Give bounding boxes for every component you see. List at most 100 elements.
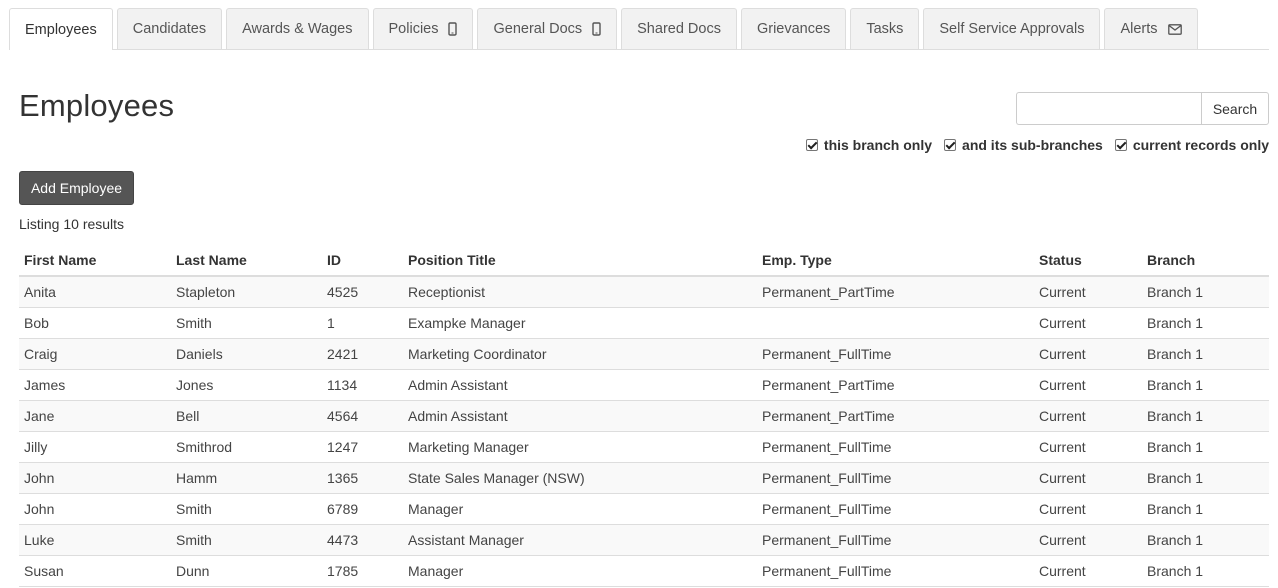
cell-last-name: Dunn bbox=[171, 555, 322, 587]
cell-branch: Branch 1 bbox=[1142, 431, 1269, 463]
cell-emp-type: Permanent_FullTime bbox=[757, 338, 1034, 370]
cell-branch: Branch 1 bbox=[1142, 400, 1269, 432]
cell-last-name: Bell bbox=[171, 400, 322, 432]
cell-position-title: State Sales Manager (NSW) bbox=[403, 462, 757, 494]
tab-awards-wages[interactable]: Awards & Wages bbox=[226, 8, 369, 49]
column-header-id[interactable]: ID bbox=[322, 244, 403, 277]
cell-emp-type: Permanent_PartTime bbox=[757, 400, 1034, 432]
tab-label: Shared Docs bbox=[637, 21, 721, 37]
cell-last-name: Hamm bbox=[171, 462, 322, 494]
filter-sub-branches[interactable]: and its sub-branches bbox=[944, 137, 1103, 153]
cell-position-title: Admin Assistant bbox=[403, 369, 757, 401]
this-branch-only-checkbox[interactable] bbox=[805, 139, 818, 151]
filter-current-records-only[interactable]: current records only bbox=[1114, 137, 1269, 153]
sub-branches-checkbox[interactable] bbox=[944, 139, 957, 151]
tab-label: Candidates bbox=[132, 21, 207, 37]
cell-last-name: Daniels bbox=[171, 338, 322, 370]
cell-id: 1785 bbox=[322, 555, 403, 587]
cell-branch: Branch 1 bbox=[1142, 555, 1269, 587]
column-header-last-name[interactable]: Last Name bbox=[171, 244, 322, 277]
table-row[interactable]: Anita Stapleton 4525 Receptionist Permanent_… bbox=[19, 276, 1269, 308]
filter-this-branch-only[interactable]: this branch only bbox=[805, 137, 933, 153]
cell-last-name: Stapleton bbox=[171, 276, 322, 308]
search-button[interactable]: Search bbox=[1201, 92, 1269, 125]
table-row[interactable]: Bob Smith 1 Exampke Manager Current Branch 1 bbox=[19, 307, 1269, 339]
cell-first-name: Anita bbox=[19, 276, 171, 308]
cell-branch: Branch 1 bbox=[1142, 307, 1269, 339]
tab-employees[interactable]: Employees bbox=[9, 8, 113, 50]
cell-emp-type: Permanent_FullTime bbox=[757, 524, 1034, 556]
table-row[interactable]: Luke Smith 4473 Assistant Manager Permanent_… bbox=[19, 524, 1269, 556]
tab-tasks[interactable]: Tasks bbox=[850, 8, 920, 49]
search-input[interactable] bbox=[1016, 92, 1201, 125]
cell-id: 1134 bbox=[322, 369, 403, 401]
table-row[interactable]: James Jones 1134 Admin Assistant Permanent_P… bbox=[19, 369, 1269, 401]
column-header-position-title[interactable]: Position Title bbox=[403, 244, 757, 277]
page-title: Employees bbox=[19, 88, 175, 123]
current-records-only-checkbox[interactable] bbox=[1114, 139, 1127, 151]
tab-alerts[interactable]: Alerts bbox=[1104, 8, 1198, 49]
cell-branch: Branch 1 bbox=[1142, 276, 1269, 308]
cell-position-title: Receptionist bbox=[403, 276, 757, 308]
cell-id: 1 bbox=[322, 307, 403, 339]
listing-count: Listing 10 results bbox=[19, 216, 125, 232]
add-employee-button[interactable]: Add Employee bbox=[19, 171, 134, 205]
tab-shared-docs[interactable]: Shared Docs bbox=[621, 8, 737, 49]
cell-status: Current bbox=[1034, 338, 1142, 370]
column-header-emp-type[interactable]: Emp. Type bbox=[757, 244, 1034, 277]
cell-status: Current bbox=[1034, 400, 1142, 432]
column-header-branch[interactable]: Branch bbox=[1142, 244, 1269, 277]
tab-policies[interactable]: Policies bbox=[372, 8, 474, 49]
table-row[interactable]: John Hamm 1365 State Sales Manager (NSW) Per… bbox=[19, 462, 1269, 494]
tab-label: Tasks bbox=[866, 21, 904, 37]
filter-options: this branch only and its sub-branches cu… bbox=[805, 137, 1269, 153]
tab-label: Grievances bbox=[756, 21, 831, 37]
tab-bar: Employees Candidates Awards & Wages Policie… bbox=[9, 8, 1269, 50]
cell-status: Current bbox=[1034, 493, 1142, 525]
cell-first-name: Craig bbox=[19, 338, 171, 370]
cell-last-name: Smith bbox=[171, 493, 322, 525]
cell-emp-type: Permanent_PartTime bbox=[757, 276, 1034, 308]
tab-label: Awards & Wages bbox=[242, 21, 353, 37]
cell-position-title: Manager bbox=[403, 493, 757, 525]
cell-last-name: Smith bbox=[171, 524, 322, 556]
cell-id: 1247 bbox=[322, 431, 403, 463]
cell-position-title: Assistant Manager bbox=[403, 524, 757, 556]
cell-status: Current bbox=[1034, 462, 1142, 494]
cell-status: Current bbox=[1034, 431, 1142, 463]
table-row[interactable]: John Smith 6789 Manager Permanent_FullTime Cu… bbox=[19, 493, 1269, 525]
tab-label: Policies bbox=[388, 21, 439, 37]
cell-last-name: Smithrod bbox=[171, 431, 322, 463]
tab-self-service-approvals[interactable]: Self Service Approvals bbox=[923, 8, 1101, 49]
cell-first-name: Luke bbox=[19, 524, 171, 556]
cell-emp-type: Permanent_PartTime bbox=[757, 369, 1034, 401]
cell-emp-type: Permanent_FullTime bbox=[757, 555, 1034, 587]
cell-branch: Branch 1 bbox=[1142, 462, 1269, 494]
table-row[interactable]: Jane Bell 4564 Admin Assistant Permanent_Par… bbox=[19, 400, 1269, 432]
tab-general-docs[interactable]: General Docs bbox=[477, 8, 618, 49]
tab-label: Self Service Approvals bbox=[939, 21, 1085, 37]
cell-id: 4564 bbox=[322, 400, 403, 432]
cell-branch: Branch 1 bbox=[1142, 338, 1269, 370]
cell-branch: Branch 1 bbox=[1142, 524, 1269, 556]
table-row[interactable]: Susan Dunn 1785 Manager Permanent_FullTime Cu… bbox=[19, 555, 1269, 587]
cell-last-name: Smith bbox=[171, 307, 322, 339]
cell-status: Current bbox=[1034, 555, 1142, 587]
cell-position-title: Admin Assistant bbox=[403, 400, 757, 432]
cell-first-name: Jane bbox=[19, 400, 171, 432]
filter-label: this branch only bbox=[823, 137, 933, 153]
tab-grievances[interactable]: Grievances bbox=[740, 8, 847, 49]
table-body: Anita Stapleton 4525 Receptionist Permanent_… bbox=[19, 276, 1269, 587]
table-row[interactable]: Craig Daniels 2421 Marketing Coordinator Per… bbox=[19, 338, 1269, 370]
tab-candidates[interactable]: Candidates bbox=[116, 8, 223, 49]
column-header-status[interactable]: Status bbox=[1034, 244, 1142, 277]
cell-position-title: Marketing Coordinator bbox=[403, 338, 757, 370]
employees-table: First Name Last Name ID Position Title E… bbox=[19, 244, 1269, 587]
cell-first-name: Jilly bbox=[19, 431, 171, 463]
cell-emp-type: Permanent_FullTime bbox=[757, 431, 1034, 463]
column-header-first-name[interactable]: First Name bbox=[19, 244, 171, 277]
cell-first-name: John bbox=[19, 493, 171, 525]
table-row[interactable]: Jilly Smithrod 1247 Marketing Manager Perman… bbox=[19, 431, 1269, 463]
tab-label: Alerts bbox=[1120, 21, 1158, 37]
cell-emp-type: Permanent_FullTime bbox=[757, 462, 1034, 494]
